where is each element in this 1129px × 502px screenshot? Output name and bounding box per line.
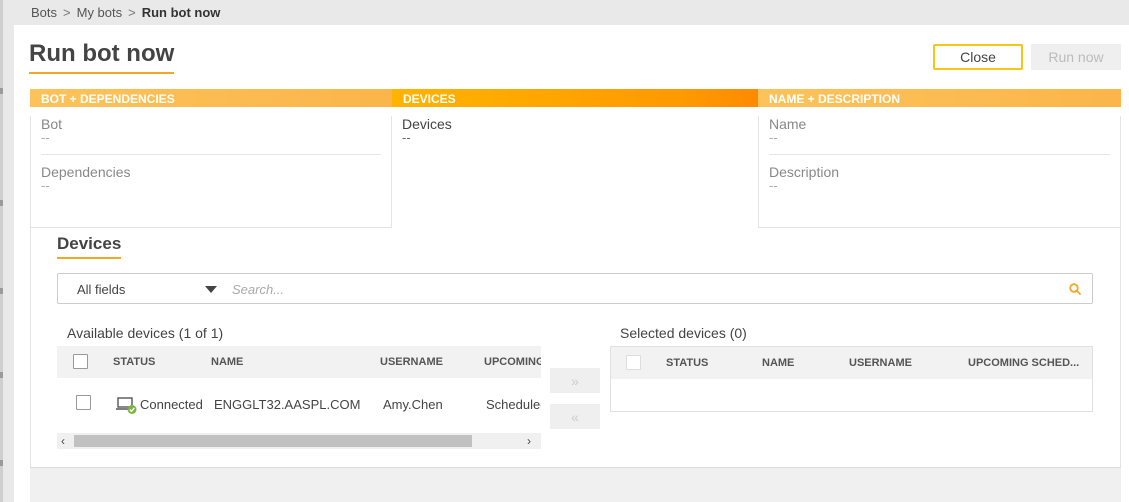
scrollbar-thumb[interactable] (74, 435, 472, 447)
step-body: Devices -- (392, 116, 758, 144)
name-value: -- (769, 130, 778, 145)
breadcrumb: Bots > My bots > Run bot now (31, 5, 220, 20)
select-all-checkbox[interactable] (73, 354, 88, 369)
horizontal-scrollbar[interactable]: ‹ › (57, 433, 541, 449)
edge-marker (0, 200, 3, 206)
devices-label: Devices (402, 116, 452, 132)
move-right-button[interactable]: » (550, 368, 600, 393)
name-label: Name (769, 116, 807, 132)
close-button[interactable]: Close (933, 44, 1023, 70)
run-bot-panel: Run bot now Close Run now BOT + DEPENDEN… (14, 25, 1129, 502)
column-status[interactable]: STATUS (666, 357, 708, 369)
breadcrumb-item-bots[interactable]: Bots (31, 5, 57, 20)
description-label: Description (769, 164, 840, 180)
edge-marker (0, 288, 3, 294)
step-devices[interactable]: DEVICES Devices -- (392, 89, 758, 144)
edge-marker (0, 372, 3, 378)
divider (769, 154, 1110, 155)
available-devices-label: Available devices (1 of 1) (67, 325, 224, 341)
scroll-left-icon[interactable]: ‹ (61, 433, 65, 449)
column-username[interactable]: USERNAME (380, 356, 443, 368)
description-value: -- (769, 178, 778, 193)
device-status: Connected (140, 397, 203, 412)
devices-section-title: Devices (57, 234, 122, 259)
table-header: STATUS NAME USERNAME UPCOMING SCHED... (611, 347, 1092, 379)
step-header: NAME + DESCRIPTION (758, 89, 1121, 107)
column-name[interactable]: NAME (762, 357, 794, 369)
table-header: STATUS NAME USERNAME UPCOMING (57, 346, 541, 378)
breadcrumb-separator: > (128, 5, 136, 20)
page-title: Run bot now (29, 40, 175, 74)
divider (41, 154, 381, 155)
column-name[interactable]: NAME (211, 356, 243, 368)
devices-value: -- (402, 130, 411, 145)
bot-value: -- (41, 130, 50, 145)
field-filter-select[interactable]: All fields (77, 282, 125, 297)
wizard-steps: BOT + DEPENDENCIES Bot -- Dependencies -… (30, 89, 1121, 228)
device-username: Amy.Chen (383, 397, 443, 412)
device-search-bar: All fields (57, 273, 1093, 304)
select-all-checkbox[interactable] (626, 355, 641, 370)
column-status[interactable]: STATUS (113, 356, 155, 368)
step-name-description[interactable]: NAME + DESCRIPTION Name -- Description -… (758, 89, 1121, 228)
device-name: ENGGLT32.AASPL.COM (214, 397, 361, 412)
breadcrumb-separator: > (63, 5, 71, 20)
column-username[interactable]: USERNAME (849, 357, 912, 369)
dependencies-label: Dependencies (41, 164, 131, 180)
step-body: Bot -- Dependencies -- (30, 116, 392, 228)
available-devices-table: STATUS NAME USERNAME UPCOMING Connected … (57, 346, 541, 451)
step-bot-dependencies[interactable]: BOT + DEPENDENCIES Bot -- Dependencies -… (30, 89, 392, 228)
dependencies-value: -- (41, 178, 50, 193)
column-upcoming[interactable]: UPCOMING (484, 356, 541, 368)
edge-marker (0, 460, 3, 466)
search-input[interactable] (232, 279, 1052, 299)
panel-footer (30, 467, 1121, 502)
step-body: Name -- Description -- (758, 116, 1121, 228)
step-header: DEVICES (392, 89, 758, 107)
run-now-button[interactable]: Run now (1031, 44, 1121, 70)
breadcrumb-current: Run bot now (141, 5, 221, 20)
selected-devices-table: STATUS NAME USERNAME UPCOMING SCHED... (610, 346, 1093, 412)
scroll-right-icon[interactable]: › (527, 433, 531, 449)
step-header: BOT + DEPENDENCIES (30, 89, 392, 107)
row-checkbox[interactable] (76, 395, 91, 410)
column-upcoming[interactable]: UPCOMING SCHED... (968, 357, 1079, 369)
move-left-button[interactable]: « (550, 404, 600, 429)
bot-label: Bot (41, 116, 63, 132)
device-upcoming: Scheduled (486, 397, 541, 412)
left-edge-bar (0, 0, 3, 502)
laptop-connected-icon (116, 397, 137, 414)
breadcrumb-item-my-bots[interactable]: My bots (77, 5, 123, 20)
selected-devices-label: Selected devices (0) (620, 325, 747, 341)
edge-marker (0, 88, 3, 94)
chevron-down-icon[interactable] (205, 286, 217, 293)
search-icon[interactable] (1069, 283, 1081, 295)
